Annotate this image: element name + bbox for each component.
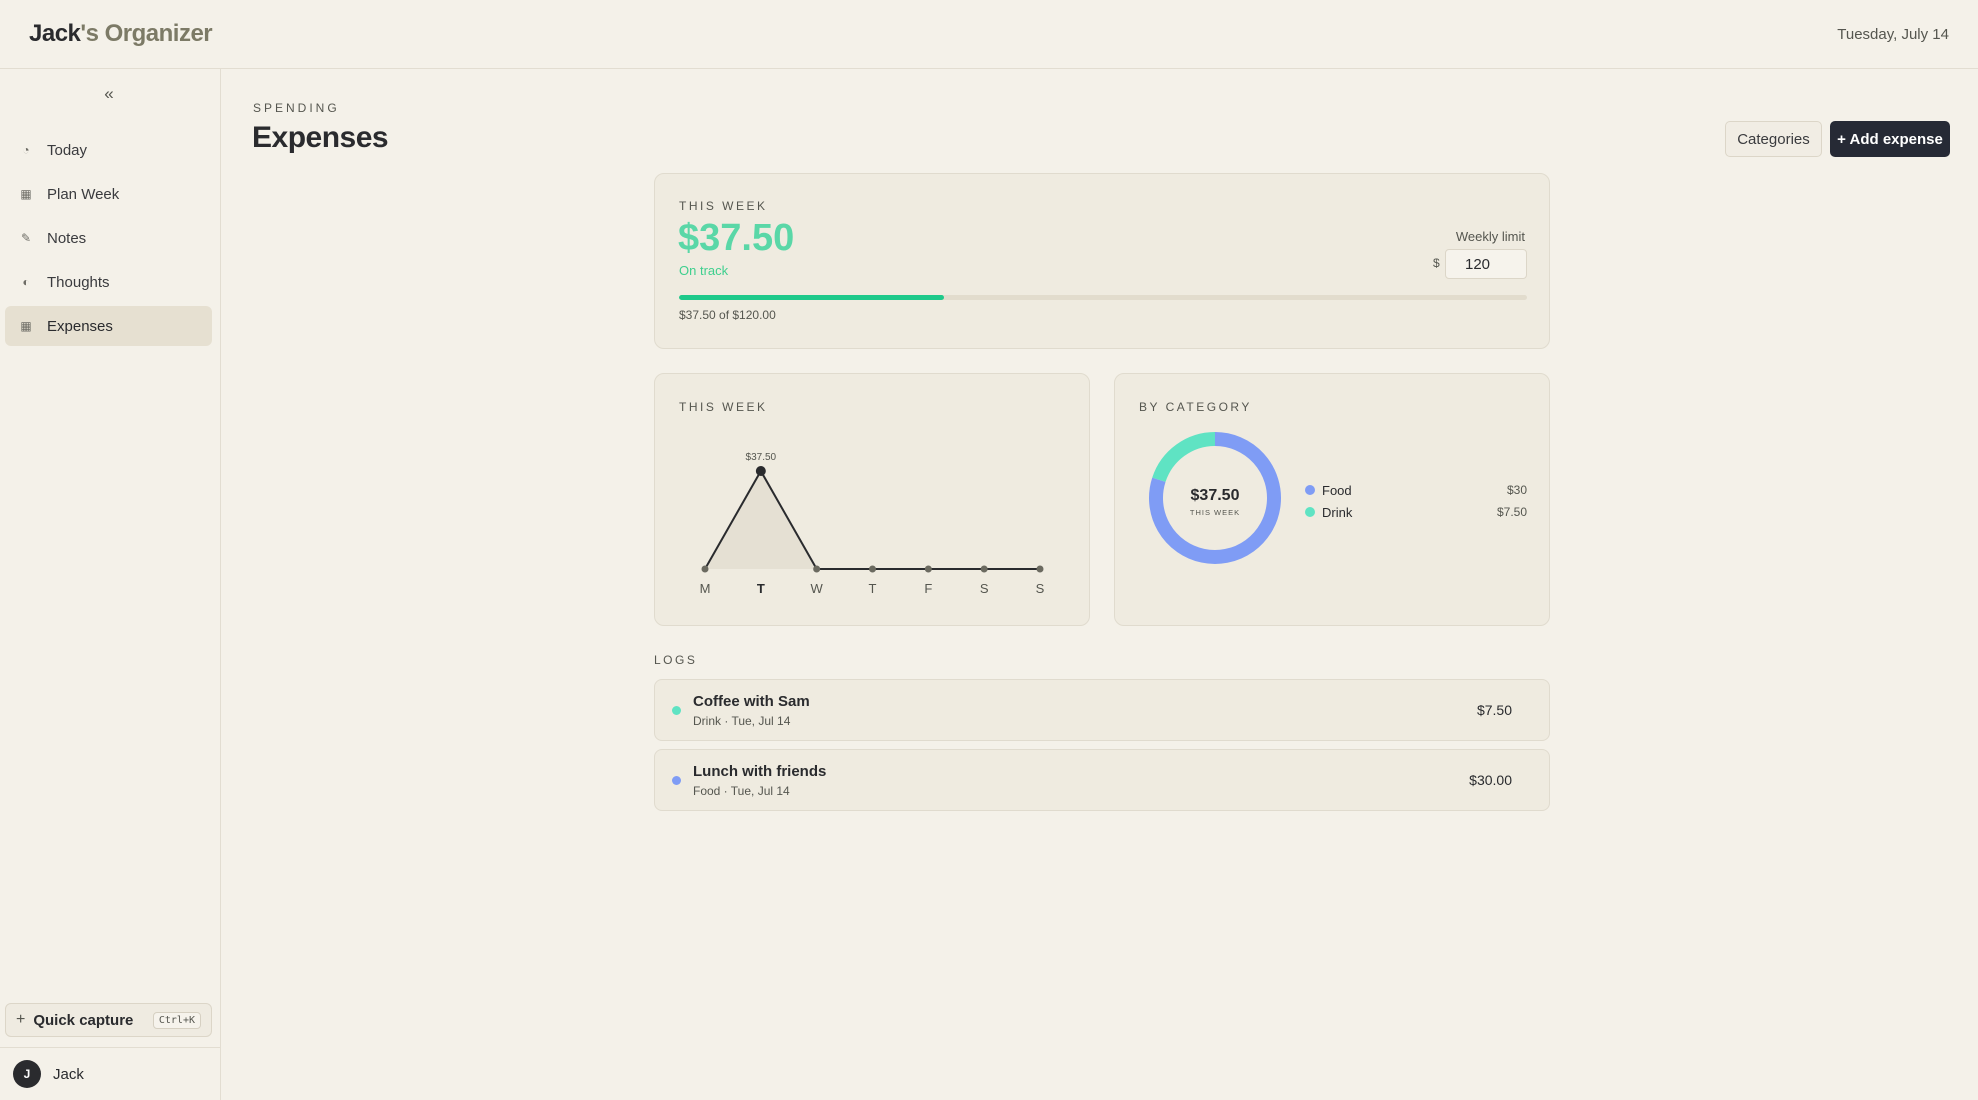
- current-date: Tuesday, July 14: [1837, 25, 1949, 43]
- weekly-line-chart: M T W T F S S $37.50: [700, 452, 1045, 596]
- x-tick-label: W: [811, 581, 824, 596]
- data-point: [701, 565, 709, 573]
- collapse-sidebar-button[interactable]: «: [98, 83, 120, 105]
- x-tick-label: S: [980, 581, 989, 596]
- data-point: [1036, 565, 1044, 573]
- data-point: [980, 565, 988, 573]
- sidebar-item-thoughts[interactable]: ◐ Thoughts: [5, 262, 212, 302]
- app-title-rest: 's Organizer: [80, 20, 213, 47]
- sidebar-item-today[interactable]: ◔ Today: [5, 130, 212, 170]
- legend-label: Drink: [1322, 504, 1353, 520]
- legend-item: Drink $7.50: [1305, 501, 1527, 523]
- clock-icon: ◔: [22, 143, 30, 157]
- card-label: THIS WEEK: [679, 199, 768, 213]
- category-legend: Food $30 Drink $7.50: [1305, 479, 1527, 523]
- log-title: Lunch with friends: [693, 763, 827, 780]
- data-point: [755, 466, 766, 476]
- donut-center-caption: THIS WEEK: [1190, 508, 1240, 517]
- log-entry[interactable]: Lunch with friends Food · Tue, Jul 14 $3…: [654, 749, 1550, 811]
- sidebar-item-label: Notes: [47, 229, 87, 247]
- data-label: $37.50: [746, 452, 777, 463]
- log-amount: $7.50: [1476, 702, 1512, 718]
- line-chart-area: [705, 471, 1040, 569]
- sidebar-item-label: Thoughts: [47, 273, 110, 291]
- section-eyebrow: SPENDING: [253, 101, 340, 115]
- category-color-dot: [672, 706, 681, 715]
- x-tick-label: F: [924, 581, 932, 596]
- page-title: Expenses: [252, 121, 389, 154]
- data-point: [924, 565, 932, 573]
- x-tick-label: T: [757, 581, 765, 596]
- log-title: Coffee with Sam: [693, 693, 810, 710]
- currency-symbol: $: [1433, 256, 1440, 270]
- category-donut-chart: $37.50 THIS WEEK: [1149, 432, 1281, 564]
- sidebar-item-label: Today: [47, 141, 88, 159]
- sidebar-item-label: Plan Week: [47, 185, 120, 203]
- legend-swatch: [1305, 485, 1315, 495]
- app-title-owner: Jack: [29, 20, 81, 47]
- ledger-grid-icon: ▦: [20, 319, 32, 333]
- pencil-icon: ✎: [20, 231, 32, 245]
- user-profile[interactable]: J Jack: [0, 1047, 221, 1100]
- progress-caption: $37.50 of $120.00: [679, 308, 776, 322]
- sidebar-item-notes[interactable]: ✎ Notes: [5, 218, 212, 258]
- legend-swatch: [1305, 507, 1315, 517]
- weekly-limit-input[interactable]: [1445, 249, 1527, 279]
- top-bar: Jack's Organizer Tuesday, July 14: [0, 0, 1978, 69]
- sidebar-item-plan-week[interactable]: ▦ Plan Week: [5, 174, 212, 214]
- sidebar-nav: ◔ Today ▦ Plan Week ✎ Notes ◐ Thoughts ▦…: [5, 130, 212, 350]
- legend-item: Food $30: [1305, 479, 1527, 501]
- add-expense-button[interactable]: + Add expense: [1830, 121, 1950, 157]
- half-circle-icon: ◐: [22, 275, 30, 289]
- calendar-grid-icon: ▦: [20, 187, 32, 201]
- log-meta: Drink · Tue, Jul 14: [693, 714, 791, 728]
- quick-capture-label: Quick capture: [33, 1011, 134, 1029]
- log-entry[interactable]: Coffee with Sam Drink · Tue, Jul 14 $7.5…: [654, 679, 1550, 741]
- legend-value: $30: [1506, 483, 1527, 497]
- quick-capture-button[interactable]: + Quick capture Ctrl+K: [5, 1003, 212, 1037]
- data-point: [813, 565, 821, 573]
- weekly-summary-card: THIS WEEK $37.50 On track Weekly limit $…: [654, 173, 1550, 349]
- avatar: J: [13, 1060, 41, 1088]
- weekly-chart-card: THIS WEEK M T W T F S S $37.50: [654, 373, 1090, 626]
- keyboard-shortcut: Ctrl+K: [152, 1011, 201, 1029]
- donut-slice-drink: [1152, 432, 1216, 483]
- budget-progress-bar: [679, 295, 1527, 300]
- app-title: Jack's Organizer: [29, 20, 213, 48]
- budget-progress-fill: [679, 295, 944, 300]
- plus-icon: +: [16, 1011, 26, 1028]
- sidebar: « ◔ Today ▦ Plan Week ✎ Notes ◐ Thoughts…: [0, 69, 221, 1100]
- x-tick-label: M: [700, 581, 711, 596]
- sidebar-item-label: Expenses: [47, 317, 113, 335]
- log-amount: $30.00: [1469, 772, 1512, 788]
- weekly-total: $37.50: [678, 217, 795, 259]
- sidebar-item-expenses[interactable]: ▦ Expenses: [5, 306, 212, 346]
- legend-value: $7.50: [1496, 505, 1527, 519]
- category-color-dot: [672, 776, 681, 785]
- data-point: [869, 565, 876, 573]
- log-meta: Food · Tue, Jul 14: [693, 784, 790, 798]
- category-card: BY CATEGORY $37.50 THIS WEEK Food $30 Dri…: [1114, 373, 1550, 626]
- x-tick-label: T: [869, 581, 877, 596]
- x-tick-label: S: [1036, 581, 1045, 596]
- logs-heading: LOGS: [654, 653, 698, 667]
- donut-center-amount: $37.50: [1191, 487, 1240, 504]
- weekly-limit-label: Weekly limit: [1455, 229, 1525, 244]
- budget-status: On track: [679, 263, 729, 278]
- user-name: Jack: [53, 1065, 84, 1083]
- categories-button[interactable]: Categories: [1725, 121, 1822, 157]
- legend-label: Food: [1322, 482, 1352, 498]
